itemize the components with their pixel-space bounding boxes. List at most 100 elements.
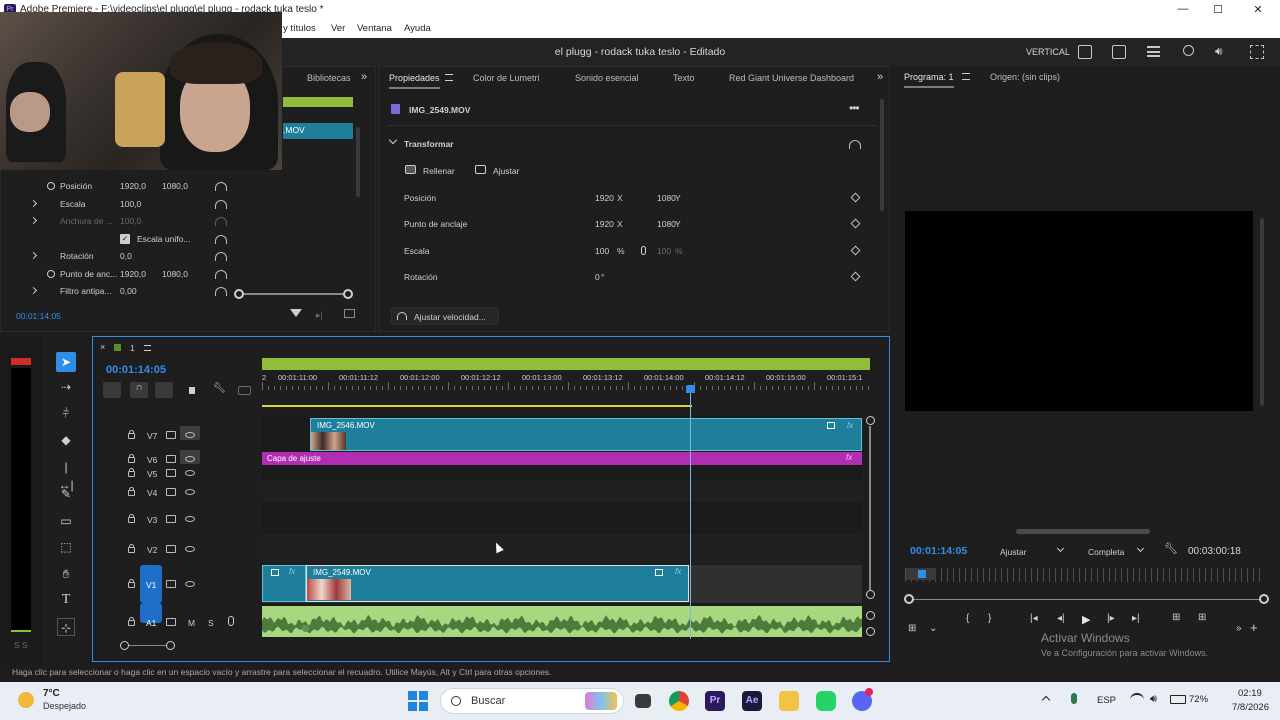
sequence-name[interactable]: 1 xyxy=(130,343,135,353)
program-playhead-marker[interactable] xyxy=(906,568,936,580)
tab-essential-sound[interactable]: Sonido esencial xyxy=(575,73,639,83)
timeline-hzoom-start[interactable] xyxy=(120,641,129,650)
panel-overflow-icon[interactable]: » xyxy=(361,71,367,83)
wrench-icon[interactable]: 🔧︎ xyxy=(1164,542,1178,555)
track-name[interactable]: V4 xyxy=(147,488,157,498)
left-prop-value-1[interactable]: 100,0 xyxy=(120,199,141,209)
add-button-icon[interactable]: + xyxy=(1250,620,1258,635)
track-name[interactable]: A1 xyxy=(146,618,156,628)
link-icon[interactable] xyxy=(641,246,646,255)
more-options-icon[interactable]: ••• xyxy=(849,101,860,115)
program-zoom-handle-end[interactable] xyxy=(1259,594,1269,604)
file-explorer-icon[interactable] xyxy=(779,691,799,711)
left-prop-value-1[interactable]: 1920,0 xyxy=(120,181,146,191)
left-prop-value-1[interactable]: 0,00 xyxy=(120,286,137,296)
track-select-tool-icon[interactable]: ⇢ xyxy=(57,378,75,396)
tab-libraries[interactable]: Bibliotecas xyxy=(307,73,351,83)
slip-tool-icon[interactable]: |↔| xyxy=(57,458,75,492)
effect-controls-timecode[interactable]: 00:01:14:05 xyxy=(16,311,61,321)
menu-titles[interactable]: y títulos xyxy=(283,23,316,34)
tab-lumetri[interactable]: Color de Lumetri xyxy=(473,73,540,83)
track-lock-icon[interactable] xyxy=(128,468,135,477)
clock-time[interactable]: 02:19 xyxy=(1238,688,1262,699)
after-effects-icon[interactable]: Ae xyxy=(742,691,762,711)
task-view-icon[interactable] xyxy=(635,694,651,708)
ripple-edit-tool-icon[interactable]: ⫩ xyxy=(57,404,75,422)
track-visibility-eye-icon[interactable] xyxy=(185,470,195,476)
menu-list-icon[interactable] xyxy=(1147,46,1160,57)
razor-tool-icon[interactable]: ◆ xyxy=(57,431,75,449)
keyframe-icon[interactable] xyxy=(850,245,861,256)
work-area-bar[interactable] xyxy=(262,358,870,370)
hand-tool-icon[interactable]: ✋︎ xyxy=(57,565,75,583)
language-indicator[interactable]: ESP xyxy=(1097,695,1116,706)
track-lock-icon[interactable] xyxy=(128,514,135,523)
transform-reset-icon[interactable] xyxy=(849,140,861,149)
step-back-icon[interactable]: ◂| xyxy=(1057,613,1065,624)
track-lock-icon[interactable] xyxy=(128,579,135,588)
timeline-hzoom-track[interactable] xyxy=(129,645,167,646)
panel-layout-icon[interactable] xyxy=(1078,45,1092,59)
prop-expander-icon[interactable] xyxy=(29,199,38,208)
left-slider-handle-start[interactable] xyxy=(234,289,244,299)
audio-vscroll-bottom[interactable] xyxy=(866,627,875,636)
track-sync-icon[interactable] xyxy=(166,469,176,477)
track-visibility-eye-icon[interactable] xyxy=(185,546,195,552)
track-lock-icon[interactable] xyxy=(128,454,135,463)
tab-properties[interactable]: Propiedades xyxy=(389,73,440,89)
track-sync-icon[interactable] xyxy=(166,515,176,523)
crop-tool-icon[interactable]: ⬚ xyxy=(57,538,75,556)
track-mute-button[interactable]: M xyxy=(188,618,195,628)
left-prop-value-2[interactable]: 1080,0 xyxy=(162,269,188,279)
clock-date[interactable]: 7/8/2026 xyxy=(1232,702,1269,713)
transform-section-title[interactable]: Transformar xyxy=(404,139,454,149)
track-visibility-eye-icon[interactable] xyxy=(185,581,195,587)
clip-adjustment-layer[interactable]: Capa de ajuste fx xyxy=(262,452,862,465)
track-sync-icon[interactable] xyxy=(166,545,176,553)
microphone-icon[interactable] xyxy=(1071,693,1077,704)
weather-desc[interactable]: Despejado xyxy=(43,701,86,711)
left-prop-value-2[interactable]: 1080,0 xyxy=(162,181,188,191)
track-lock-icon[interactable] xyxy=(128,430,135,439)
left-prop-reset-icon[interactable] xyxy=(215,252,227,261)
left-prop-reset-icon[interactable] xyxy=(215,270,227,279)
properties-menu-icon[interactable] xyxy=(445,74,453,81)
transform-value-a[interactable]: 100 xyxy=(595,246,609,256)
start-button-icon[interactable] xyxy=(408,691,428,711)
transform-value-b[interactable]: 1080 xyxy=(657,193,676,203)
left-prop-reset-icon[interactable] xyxy=(215,235,227,244)
left-prop-reset-icon[interactable] xyxy=(215,200,227,209)
left-slider-handle-end[interactable] xyxy=(343,289,353,299)
insert-icon[interactable]: ⊞ xyxy=(1172,612,1180,623)
transform-value-b[interactable]: 1080 xyxy=(657,219,676,229)
left-prop-value-1[interactable]: 100,0 xyxy=(120,216,141,226)
track-name[interactable]: V5 xyxy=(147,469,157,479)
timeline-vscroll-top[interactable] xyxy=(866,416,875,425)
program-zoom-handle-start[interactable] xyxy=(904,594,914,604)
overwrite-icon[interactable]: ⊞ xyxy=(1198,612,1206,623)
audio-keyframe-icon[interactable] xyxy=(302,625,309,632)
menu-help[interactable]: Ayuda xyxy=(404,23,431,34)
left-scrollbar[interactable] xyxy=(356,127,360,197)
search-icon[interactable] xyxy=(1183,45,1194,56)
tools-more-icon[interactable]: ⊹ xyxy=(57,618,75,636)
menu-view[interactable]: Ver xyxy=(331,23,345,34)
timeline-settings-icon[interactable]: 🔧︎ xyxy=(213,383,226,394)
export-icon[interactable] xyxy=(1112,45,1126,59)
track-lock-icon[interactable] xyxy=(128,544,135,553)
transform-value-a[interactable]: 0 xyxy=(595,272,600,282)
prop-expander-icon[interactable] xyxy=(29,216,38,225)
snap-icon[interactable]: ∩ xyxy=(130,382,148,398)
program-timecode[interactable]: 00:01:14:05 xyxy=(910,545,967,557)
timeline-vscroll-track[interactable] xyxy=(869,426,871,590)
left-slider-track[interactable] xyxy=(238,293,348,295)
adjustment-layer-fx[interactable]: fx xyxy=(846,453,852,462)
clip-v1-fx[interactable]: fx xyxy=(675,567,681,576)
left-prop-value-1[interactable]: 0,0 xyxy=(120,251,132,261)
clip-v7-fx[interactable]: fx xyxy=(847,421,853,430)
timeline-timecode[interactable]: 00:01:14:05 xyxy=(106,364,166,376)
volume-tray-icon[interactable]: 🔊︎ xyxy=(1150,693,1157,706)
add-marker-icon[interactable] xyxy=(189,387,195,394)
taskbar-search[interactable]: Buscar xyxy=(440,688,624,714)
settings-icon[interactable]: ⊞ xyxy=(908,623,916,634)
